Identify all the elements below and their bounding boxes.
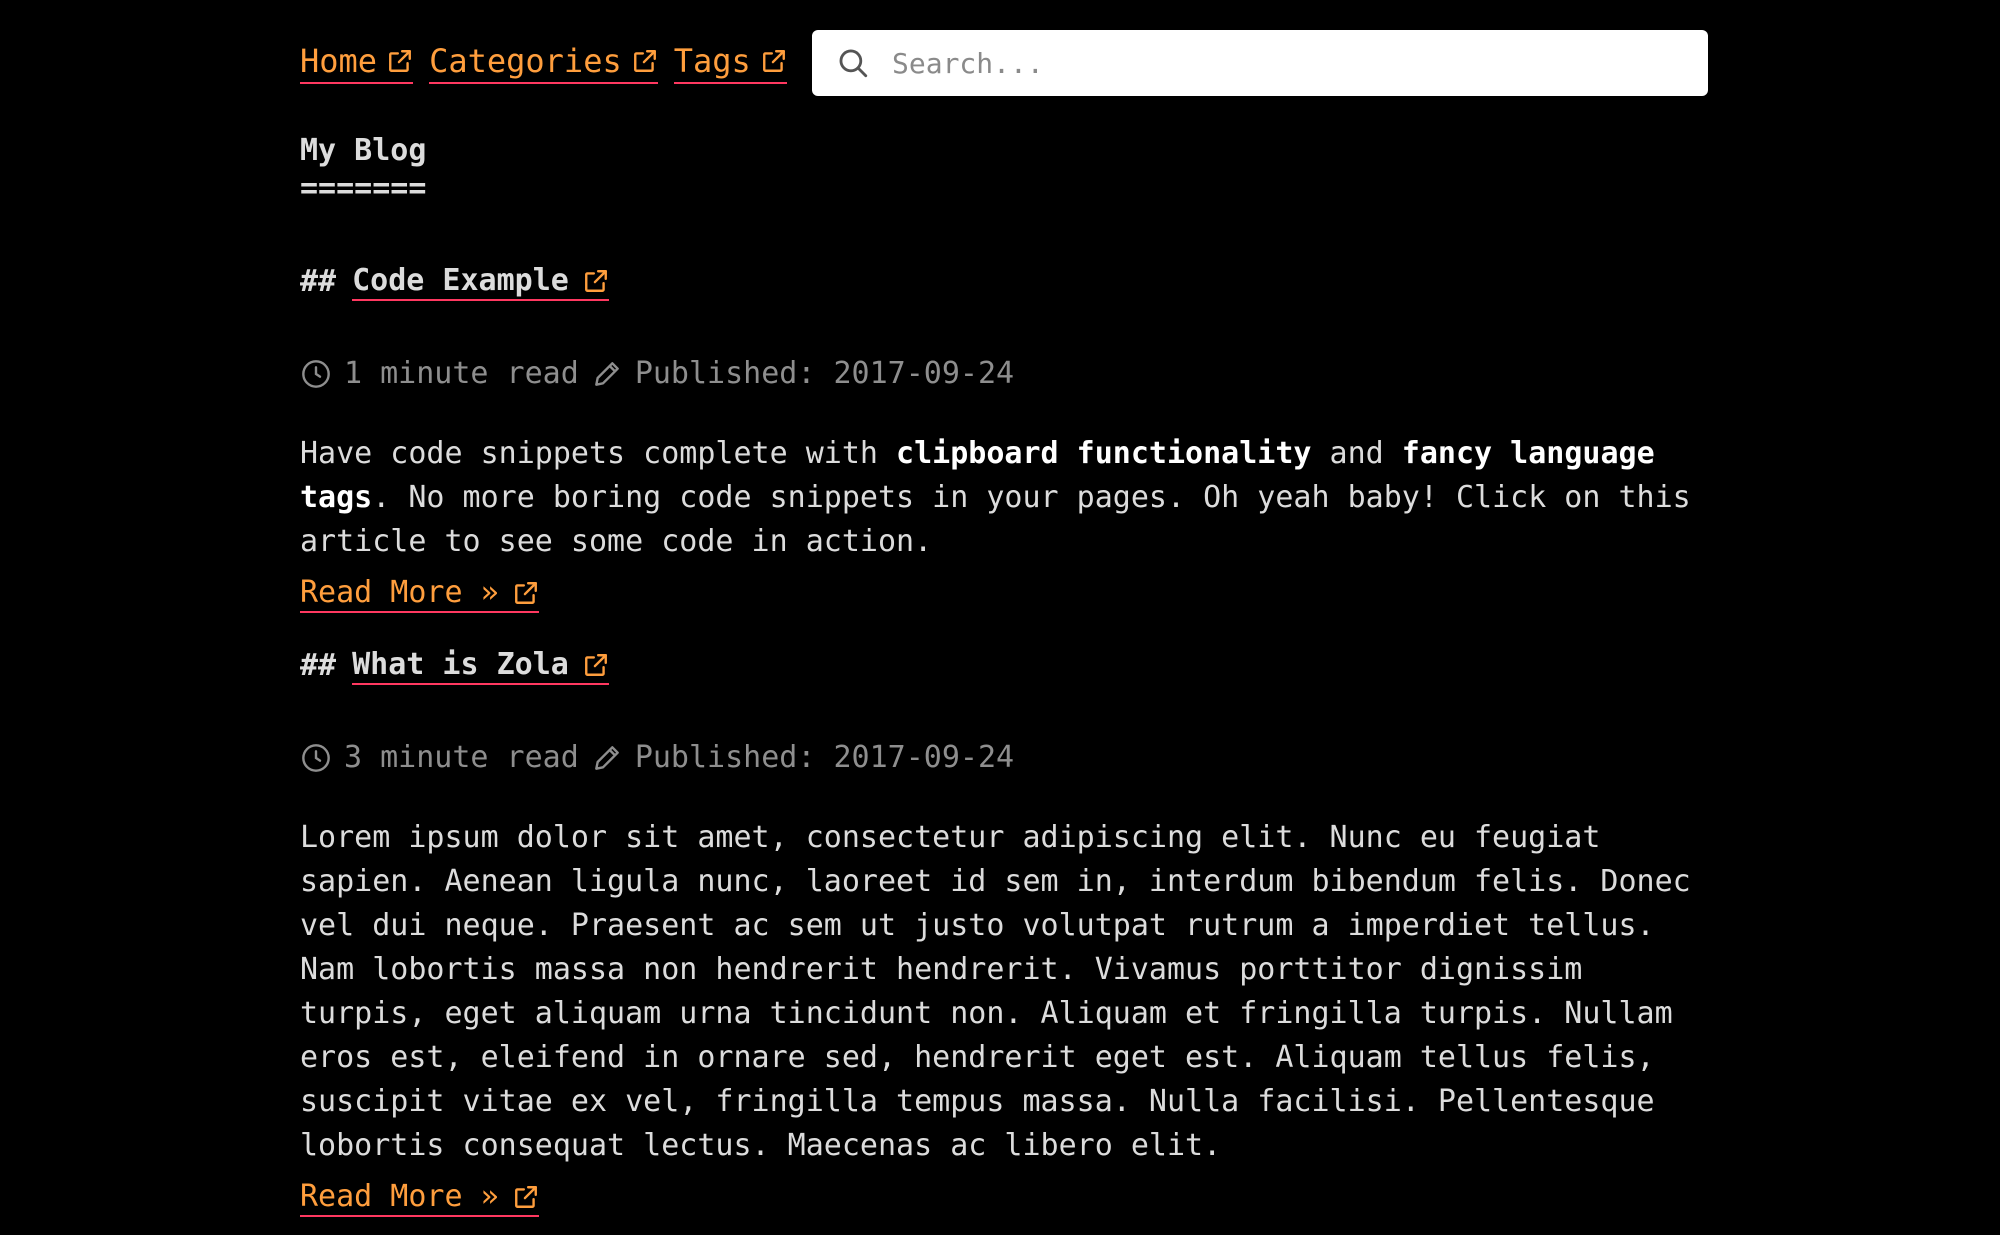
read-more-link[interactable]: Read More » [300, 575, 539, 613]
pencil-icon [591, 742, 623, 774]
blog-title-text: My Blog [300, 133, 427, 168]
external-link-icon [583, 652, 609, 678]
read-more-label: Read More » [300, 575, 499, 610]
external-link-icon [387, 48, 413, 74]
blog-title: My Blog ======= [300, 132, 426, 208]
external-link-icon [513, 580, 539, 606]
post-title-link[interactable]: Code Example [352, 263, 609, 301]
post-meta: 1 minute read Published: 2017-09-24 [300, 354, 1720, 394]
external-link-icon [583, 268, 609, 294]
nav-home-label: Home [300, 42, 378, 80]
clock-icon [300, 358, 332, 390]
read-time: 3 minute read [344, 740, 579, 775]
post-what-is-zola: ## What is Zola 3 minute read Published:… [300, 646, 1720, 1217]
post-summary: Lorem ipsum dolor sit amet, consectetur … [300, 820, 1691, 1163]
post-title-link[interactable]: What is Zola [352, 647, 609, 685]
published-date: Published: 2017-09-24 [634, 740, 1015, 775]
post-code-example: ## Code Example 1 minute read Published:… [300, 262, 1720, 613]
nav-tags-link[interactable]: Tags [673, 42, 787, 84]
read-more-label: Read More » [300, 1179, 499, 1214]
clock-icon [300, 742, 332, 774]
read-time: 1 minute read [344, 356, 579, 391]
top-nav: Home Categories Tags [300, 30, 787, 96]
external-link-icon [513, 1184, 539, 1210]
search-icon [836, 46, 870, 80]
summary-text: Have code snippets complete with [300, 436, 897, 471]
nav-categories-link[interactable]: Categories [429, 42, 658, 84]
nav-home-link[interactable]: Home [300, 42, 414, 84]
post-heading: ## Code Example [300, 262, 1720, 302]
search-input[interactable] [890, 45, 1694, 81]
post-title: What is Zola [352, 647, 569, 682]
post-title: Code Example [352, 263, 569, 298]
nav-categories-label: Categories [429, 42, 622, 80]
search-box[interactable] [812, 30, 1708, 96]
read-more-link[interactable]: Read More » [300, 1179, 539, 1217]
post-heading: ## What is Zola [300, 646, 1720, 686]
summary-text: and [1311, 436, 1402, 471]
post-meta: 3 minute read Published: 2017-09-24 [300, 738, 1720, 778]
post-summary: Have code snippets complete with clipboa… [300, 432, 1720, 564]
blog-title-underline: ======= [300, 171, 427, 206]
summary-bold: clipboard functionality [896, 436, 1312, 471]
post-heading-prefix: ## [300, 648, 337, 683]
pencil-icon [591, 358, 623, 390]
external-link-icon [632, 48, 658, 74]
nav-tags-label: Tags [673, 42, 751, 80]
external-link-icon [761, 48, 787, 74]
post-heading-prefix: ## [300, 264, 337, 299]
summary-text: . No more boring code snippets in your p… [300, 480, 1691, 559]
published-date: Published: 2017-09-24 [634, 356, 1015, 391]
